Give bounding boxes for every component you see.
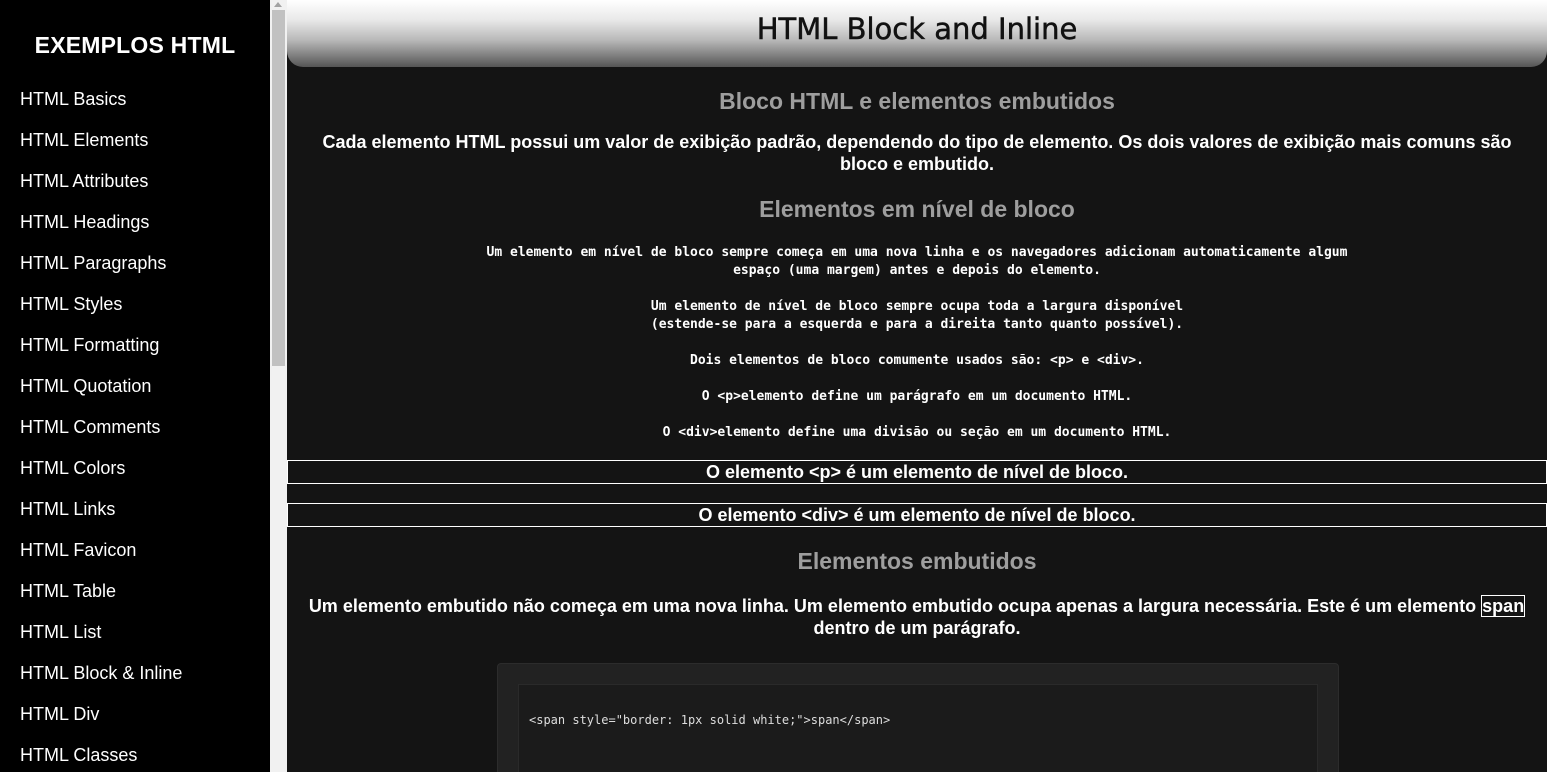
pre-line: Dois elementos de bloco comumente usados…	[690, 353, 1144, 368]
sidebar-nav: HTML Basics HTML Elements HTML Attribute…	[20, 87, 182, 772]
sidebar-item-html-colors[interactable]: HTML Colors	[20, 456, 182, 497]
sidebar-title: EXEMPLOS HTML	[34, 32, 236, 58]
sidebar-scrollbar[interactable]	[270, 0, 287, 772]
sidebar-item-html-paragraphs[interactable]: HTML Paragraphs	[20, 251, 182, 292]
page-header: HTML Block and Inline	[287, 0, 1547, 67]
code-example-box: <span style="border: 1px solid white;">s…	[497, 663, 1339, 772]
scroll-up-arrow-icon[interactable]	[274, 2, 282, 7]
sidebar-item-html-classes[interactable]: HTML Classes	[20, 743, 182, 772]
inline-paragraph: Um elemento embutido não começa em uma n…	[287, 595, 1547, 639]
pre-line: Um elemento de nível de bloco sempre ocu…	[650, 299, 1184, 314]
sidebar-item-html-headings[interactable]: HTML Headings	[20, 210, 182, 251]
main-content: HTML Block and Inline Bloco HTML e eleme…	[287, 0, 1547, 772]
sidebar-item-html-links[interactable]: HTML Links	[20, 497, 182, 538]
sidebar-item-html-comments[interactable]: HTML Comments	[20, 415, 182, 456]
inline-text-after: dentro de um parágrafo.	[813, 618, 1021, 638]
sidebar-item-html-styles[interactable]: HTML Styles	[20, 292, 182, 333]
sidebar-item-html-div[interactable]: HTML Div	[20, 702, 182, 743]
code-line: <span style="border: 1px solid white;">s…	[529, 713, 891, 727]
sidebar-item-html-table[interactable]: HTML Table	[20, 579, 182, 620]
pre-line: O <p>elemento define um parágrafo em um …	[701, 389, 1133, 404]
div-block-demo: O elemento <div> é um elemento de nível …	[287, 503, 1547, 527]
pre-line: espaço (uma margem) antes e depois do el…	[733, 263, 1101, 278]
section-title-block-level: Elementos em nível de bloco	[759, 196, 1075, 222]
section-title-block-inline: Bloco HTML e elementos embutidos	[719, 88, 1115, 114]
page-title: HTML Block and Inline	[756, 12, 1078, 47]
sidebar-item-html-list[interactable]: HTML List	[20, 620, 182, 661]
pre-line: O <div>elemento define uma divisão ou se…	[662, 425, 1172, 440]
inline-text-before: Um elemento embutido não começa em uma n…	[308, 596, 1482, 616]
intro-paragraph: Cada elemento HTML possui um valor de ex…	[322, 132, 1512, 174]
sidebar-item-html-block-inline[interactable]: HTML Block & Inline	[20, 661, 182, 702]
sidebar-item-html-favicon[interactable]: HTML Favicon	[20, 538, 182, 579]
scrollbar-thumb[interactable]	[272, 10, 285, 366]
span-demo: span	[1481, 595, 1526, 617]
p-block-demo: O elemento <p> é um elemento de nível de…	[287, 460, 1547, 484]
sidebar-item-html-attributes[interactable]: HTML Attributes	[20, 169, 182, 210]
section-title-inline: Elementos embutidos	[797, 548, 1037, 574]
sidebar-item-html-formatting[interactable]: HTML Formatting	[20, 333, 182, 374]
pre-line: Um elemento em nível de bloco sempre com…	[486, 245, 1348, 260]
sidebar: EXEMPLOS HTML HTML Basics HTML Elements …	[0, 0, 270, 772]
sidebar-item-html-basics[interactable]: HTML Basics	[20, 87, 182, 128]
block-level-preformatted: Um elemento em nível de bloco sempre com…	[287, 244, 1547, 442]
code-block[interactable]: <span style="border: 1px solid white;">s…	[518, 684, 1318, 772]
pre-line: (estende-se para a esquerda e para a dir…	[650, 317, 1184, 332]
sidebar-item-html-quotation[interactable]: HTML Quotation	[20, 374, 182, 415]
sidebar-item-html-elements[interactable]: HTML Elements	[20, 128, 182, 169]
